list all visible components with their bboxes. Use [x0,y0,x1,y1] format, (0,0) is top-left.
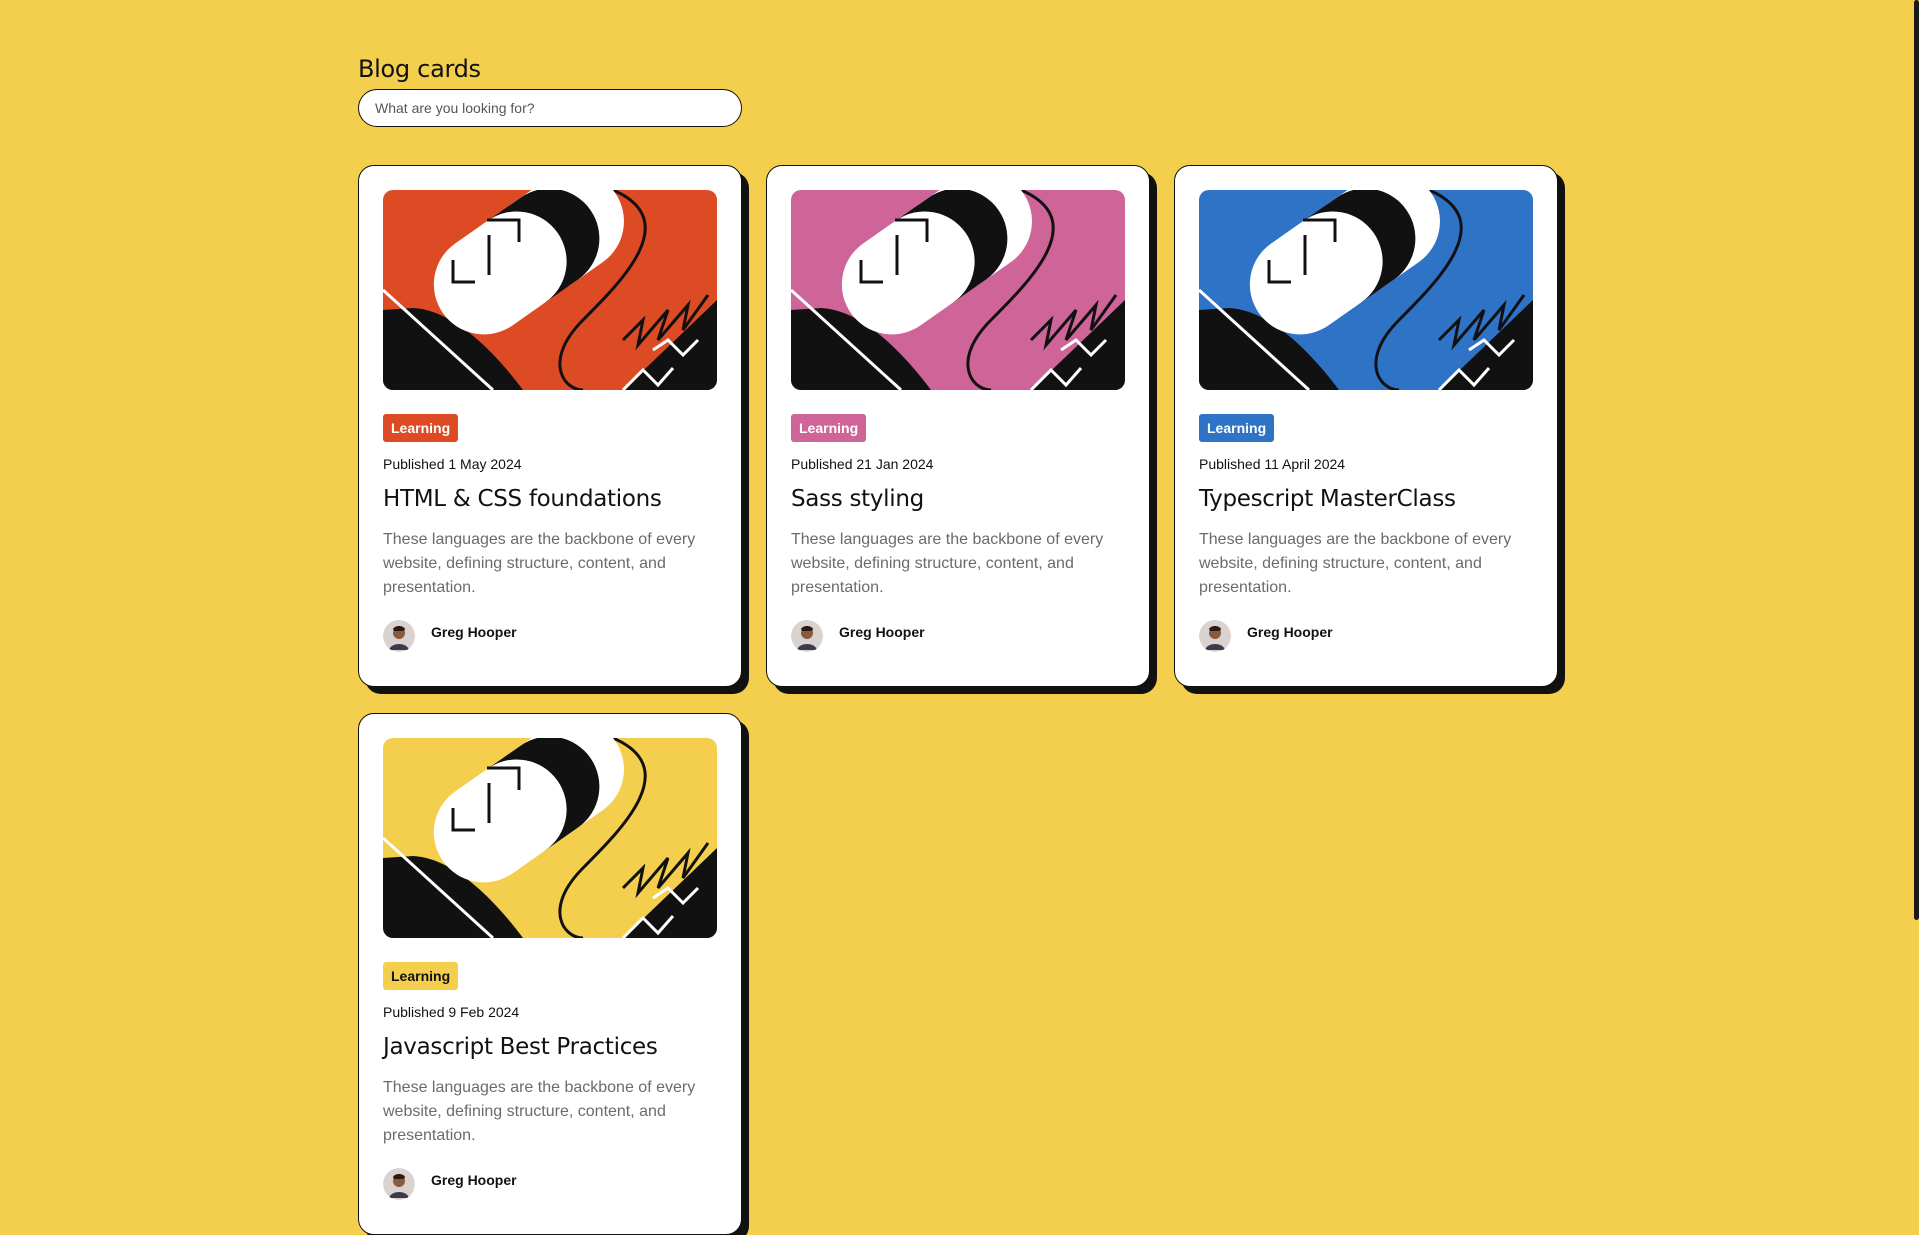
blog-page: Blog cards Learning Published 1 May 2024… [358,55,1558,1235]
category-badge[interactable]: Learning [383,962,459,990]
search-input[interactable] [358,89,742,127]
author-name: Greg Hooper [1247,624,1333,640]
blog-card[interactable]: Learning Published 1 May 2024 HTML & CSS… [358,165,742,687]
avatar [383,620,415,652]
author: Greg Hooper [383,620,717,652]
published-date: Published 1 May 2024 [383,456,522,472]
page-title: Blog cards [358,55,481,83]
category-badge[interactable]: Learning [791,414,867,442]
card-title[interactable]: Sass styling [791,486,1125,512]
scrollbar[interactable] [1914,0,1919,920]
author: Greg Hooper [1199,620,1533,652]
card-excerpt: These languages are the backbone of ever… [791,531,1104,596]
card-title[interactable]: Javascript Best Practices [383,1034,717,1060]
avatar [1199,620,1231,652]
blog-card[interactable]: Learning Published 21 Jan 2024 Sass styl… [766,165,1150,687]
author-name: Greg Hooper [839,624,925,640]
author: Greg Hooper [791,620,1125,652]
author-name: Greg Hooper [431,624,517,640]
card-illustration [383,738,717,938]
card-excerpt: These languages are the backbone of ever… [383,1079,696,1144]
blog-card[interactable]: Learning Published 11 April 2024 Typescr… [1174,165,1558,687]
card-illustration [1199,190,1533,390]
card-illustration [383,190,717,390]
card-title[interactable]: HTML & CSS foundations [383,486,717,512]
published-date: Published 9 Feb 2024 [383,1004,520,1020]
author: Greg Hooper [383,1168,717,1200]
card-illustration [791,190,1125,390]
card-excerpt: These languages are the backbone of ever… [383,531,696,596]
blog-card[interactable]: Learning Published 9 Feb 2024 Javascript… [358,713,742,1235]
published-date: Published 11 April 2024 [1199,456,1346,472]
published-date: Published 21 Jan 2024 [791,456,934,472]
avatar [383,1168,415,1200]
card-title[interactable]: Typescript MasterClass [1199,486,1533,512]
category-badge[interactable]: Learning [383,414,459,442]
category-badge[interactable]: Learning [1199,414,1275,442]
card-excerpt: These languages are the backbone of ever… [1199,531,1512,596]
author-name: Greg Hooper [431,1172,517,1188]
avatar [791,620,823,652]
